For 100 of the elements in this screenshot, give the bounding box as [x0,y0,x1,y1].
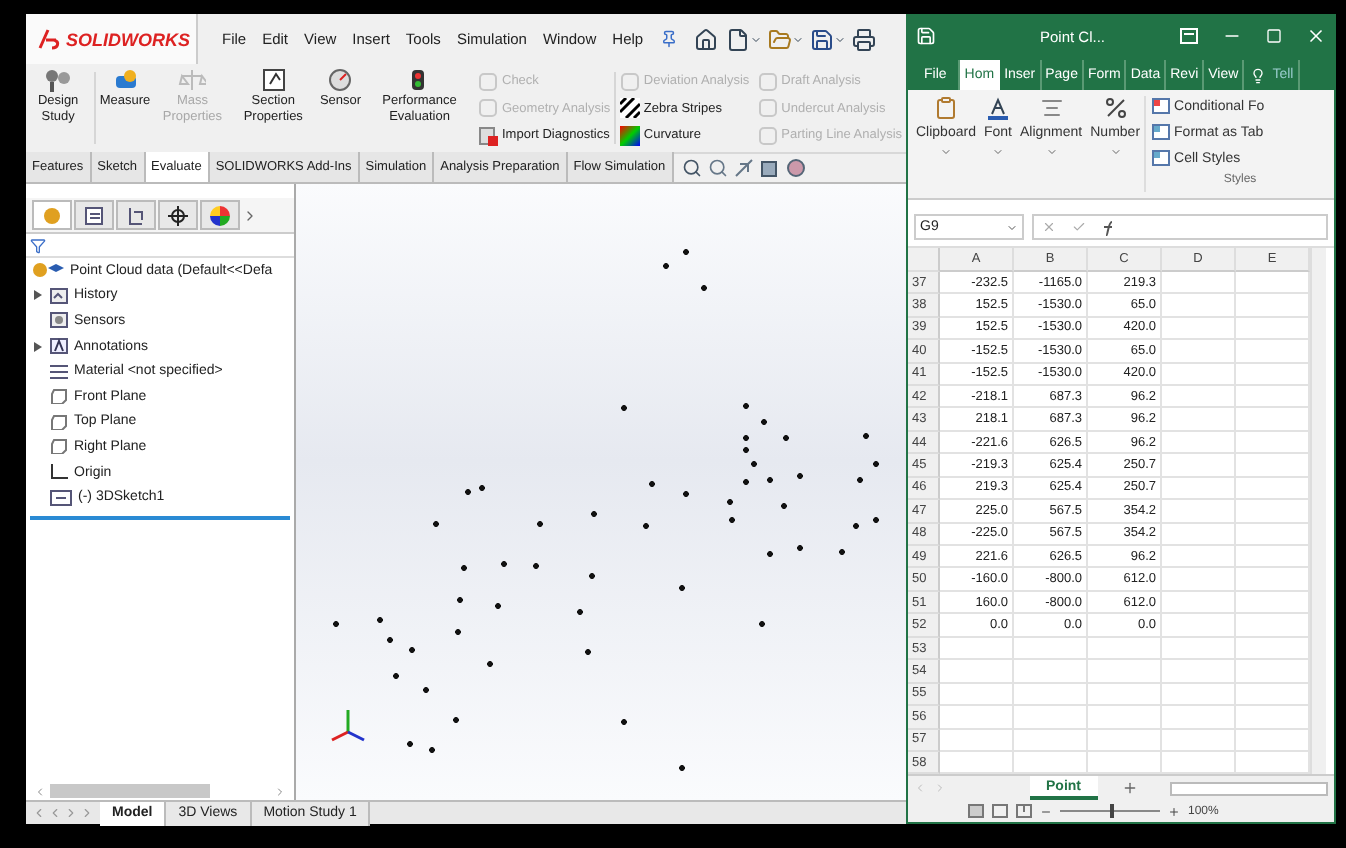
select-all-corner[interactable] [908,248,940,272]
scroll-left-icon[interactable] [914,782,926,795]
empty-cell[interactable] [1162,408,1236,432]
font-color-icon [985,95,1010,120]
pin-icon[interactable] [659,30,678,48]
print-icon[interactable] [851,27,876,51]
ribbon-display-icon[interactable] [1180,28,1198,45]
empty-cell[interactable] [1162,614,1236,638]
analysis-icon [619,71,640,91]
empty-cell[interactable] [1088,729,1162,752]
clipboard-icon [933,95,958,120]
save-icon[interactable] [809,27,834,51]
empty-cell[interactable] [1162,546,1236,569]
origin-icon [50,464,68,481]
empty-cell[interactable] [1162,431,1236,455]
new-file-icon[interactable] [725,27,750,51]
expand-arrow-icon[interactable] [34,290,42,301]
empty-cell[interactable] [1162,706,1236,730]
maximize-icon[interactable] [1266,28,1282,45]
zoom-icon[interactable] [681,157,702,177]
next-tab-icon[interactable] [64,806,78,820]
filter-icon[interactable] [30,237,46,253]
rainbow-square-icon [619,125,640,145]
page-break-icon[interactable] [1016,804,1032,819]
analysis-icon [757,71,778,91]
configuration-tab[interactable] [116,200,156,230]
empty-cell[interactable] [1162,317,1236,341]
color-wheel-icon [210,205,230,225]
empty-cell[interactable] [1162,454,1236,478]
zoom-out-icon[interactable] [1040,805,1052,818]
scrollbar-thumb[interactable] [50,784,210,798]
scroll-right-icon[interactable] [934,782,946,795]
measure-icon [111,68,139,92]
table-style-icon [1152,124,1171,141]
ds-logo-icon [38,27,62,51]
empty-cell[interactable] [1014,706,1088,730]
empty-cell[interactable] [1088,660,1162,684]
dimension-tab[interactable] [158,200,198,230]
display-icon[interactable] [785,157,806,177]
gears-icon [44,68,73,92]
expand-arrow-icon[interactable] [34,341,42,352]
empty-cell[interactable] [1014,660,1088,684]
empty-cell[interactable] [1162,660,1236,684]
zoom-in-icon[interactable] [1168,805,1180,818]
enter-icon [1072,220,1086,235]
vertical-scrollbar[interactable] [1310,248,1326,775]
caret-icon[interactable] [791,33,804,45]
formula-bar[interactable] [1032,214,1328,241]
cube-icon[interactable] [759,157,780,177]
function-icon [1102,219,1118,236]
empty-cell[interactable] [1162,568,1236,592]
empty-cell[interactable] [1014,637,1088,661]
empty-cell[interactable] [1162,363,1236,386]
part-icon [42,205,62,225]
close-icon[interactable] [1306,26,1326,47]
empty-cell[interactable] [1162,637,1236,661]
empty-cell[interactable] [1088,637,1162,661]
empty-cell[interactable] [1162,500,1236,524]
empty-cell[interactable] [1162,729,1236,752]
caret-icon[interactable] [833,33,846,45]
empty-cell[interactable] [1088,706,1162,730]
empty-cell[interactable] [1162,271,1236,295]
add-sheet-icon[interactable] [1121,780,1137,797]
cancel-icon [1042,220,1056,235]
zoom-area-icon[interactable] [707,157,728,177]
empty-cell[interactable] [1162,523,1236,547]
more-icon[interactable] [242,207,258,223]
page-layout-icon[interactable] [992,804,1008,819]
last-tab-icon[interactable] [80,806,94,820]
appearance-tab[interactable] [200,200,240,230]
sensor-icon [50,312,68,329]
table-style-icon [1152,150,1171,167]
first-tab-icon[interactable] [32,806,46,820]
home-icon[interactable] [693,27,718,51]
scroll-left-icon[interactable] [34,785,46,797]
caret-icon [991,145,1004,158]
empty-cell[interactable] [1162,385,1236,409]
scroll-right-icon[interactable] [274,785,286,797]
caret-icon[interactable] [749,33,762,45]
prev-tab-icon[interactable] [48,806,62,820]
normal-view-icon[interactable] [968,804,984,819]
property-tab[interactable] [74,200,114,230]
part-icon [32,262,64,279]
empty-cell[interactable] [1162,340,1236,364]
empty-cell[interactable] [1162,591,1236,615]
axis-triad-icon [328,708,368,744]
empty-cell[interactable] [1014,729,1088,752]
empty-cell[interactable] [1162,477,1236,501]
horizontal-scrollbar[interactable] [1169,781,1328,796]
empty-cell[interactable] [1162,683,1236,707]
caret-icon [939,145,952,158]
view-tool-icon[interactable] [733,157,754,177]
stripes-icon [619,98,640,118]
caret-icon [1006,221,1018,234]
sketch-icon [50,489,72,506]
empty-cell[interactable] [1088,683,1162,707]
open-folder-icon[interactable] [767,27,792,51]
percent-icon [1103,95,1128,120]
empty-cell[interactable] [1162,294,1236,318]
empty-cell[interactable] [1014,683,1088,707]
